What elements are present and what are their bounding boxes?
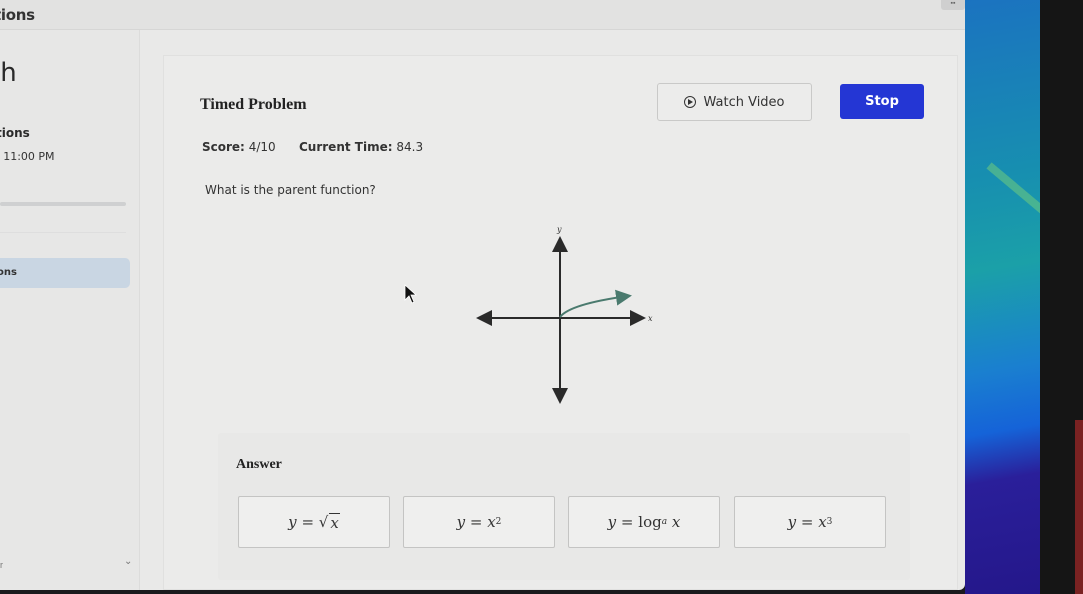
choice-lhs: y (456, 513, 466, 531)
page-header-title: tions (0, 6, 35, 24)
sidebar-course-title: th (0, 58, 17, 88)
sidebar-divider (0, 232, 126, 233)
choice-lhs: y (787, 513, 797, 531)
sidebar-progress-bar (0, 202, 126, 206)
choice-eq: = (301, 513, 315, 531)
choice-lhs: y (607, 513, 617, 531)
current-time-value: 84.3 (396, 140, 424, 154)
play-circle-icon (684, 96, 697, 108)
current-time-readout: Current Time: 84.3 (299, 140, 423, 154)
choice-sqrt-arg: x (329, 512, 340, 532)
answer-choice-cube[interactable]: y = x3 (734, 496, 886, 548)
choice-subscript: a (661, 517, 668, 527)
choice-exponent: 2 (495, 517, 502, 527)
y-axis-label: y (556, 225, 562, 234)
chevron-down-icon[interactable]: ⌄ (124, 556, 132, 567)
sidebar: th tions : 11:00 PM ons r ⌄ (0, 30, 140, 590)
sidebar-section-title: tions (0, 126, 30, 140)
score-value: 4/10 (248, 140, 276, 154)
choice-eq: = (800, 513, 814, 531)
watch-video-label: Watch Video (703, 94, 785, 110)
watch-video-button[interactable]: Watch Video (657, 83, 812, 121)
sidebar-due-date: : 11:00 PM (0, 150, 55, 163)
choice-eq: = (469, 513, 483, 531)
choice-exponent: 3 (826, 517, 833, 527)
answer-choice-square[interactable]: y = x2 (403, 496, 555, 548)
choice-base: x (818, 513, 827, 531)
stop-button[interactable]: Stop (840, 84, 924, 119)
choice-fn: log (638, 513, 662, 531)
score-readout: Score: 4/10 (202, 140, 276, 154)
sqrt-curve (559, 289, 632, 318)
score-label: Score: (202, 140, 245, 154)
answer-choice-log[interactable]: y = log a x (568, 496, 720, 548)
answer-label: Answer (236, 457, 282, 472)
function-graph: x y (476, 225, 653, 404)
choice-lhs: y (288, 513, 297, 531)
current-time-label: Current Time: (299, 140, 393, 154)
choice-arg: x (671, 513, 681, 531)
sidebar-bottom-text: r (0, 560, 3, 570)
choice-eq: = (620, 513, 634, 531)
problem-title: Timed Problem (200, 96, 307, 113)
answer-choice-sqrt[interactable]: y = √ x (238, 496, 390, 548)
desktop-wallpaper (965, 0, 1040, 594)
choice-base: x (487, 513, 496, 531)
mouse-cursor-icon (404, 284, 418, 304)
x-axis-label: x (648, 314, 653, 323)
top-bar: tions ▪▪ (0, 0, 965, 30)
window-control-icon[interactable]: ▪▪ (941, 0, 965, 10)
background-object (1075, 420, 1083, 594)
sidebar-item-active[interactable]: ons (0, 258, 130, 288)
question-text: What is the parent function? (205, 183, 376, 197)
